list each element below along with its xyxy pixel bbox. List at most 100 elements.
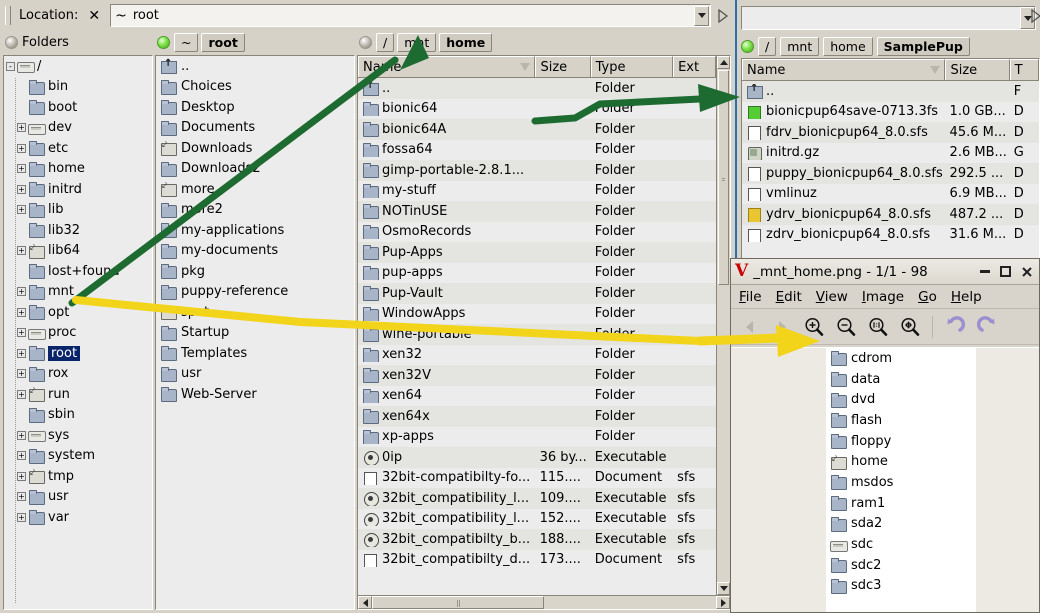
location-input[interactable]: ~ root (110, 4, 711, 27)
tree-item-opt[interactable]: + opt (4, 302, 152, 323)
expand-icon[interactable]: + (17, 246, 26, 256)
table-row[interactable]: 32bit_compatibilty_d... 173.... Document sf… (358, 549, 716, 570)
expand-icon[interactable]: + (17, 348, 26, 358)
list-item[interactable]: more (156, 179, 354, 200)
list-item[interactable]: Templates (156, 343, 354, 364)
viewer-titlebar[interactable]: V _mnt_home.png - 1/1 - 98 (731, 259, 1039, 285)
table-row[interactable]: NOTinUSE Folder (358, 201, 716, 222)
table-row[interactable]: 32bit-compatibilty-fo... 115.... Document s… (358, 467, 716, 488)
menu-item-file[interactable]: File (739, 289, 762, 305)
table-row[interactable]: 32bit_compatibility_l... 109.... Executabl… (358, 488, 716, 509)
table-row[interactable]: xen64x Folder (358, 406, 716, 427)
column-header-name[interactable]: Name (358, 56, 536, 77)
status-led-icon[interactable] (359, 36, 372, 49)
vertical-scroll-thumb[interactable] (718, 70, 729, 285)
next-image-button[interactable] (769, 314, 795, 340)
close-button[interactable] (1020, 265, 1033, 278)
expand-icon[interactable]: + (17, 205, 26, 215)
tree-item-tmp[interactable]: + tmp (4, 466, 152, 487)
table-row[interactable]: 32bit_compatibility_l... 152.... Executabl… (358, 508, 716, 529)
list-item[interactable]: usr (156, 364, 354, 385)
viewer-canvas[interactable]: cdrom data dvd flash floppy home msdos ram1 sda2… (731, 347, 1039, 612)
list-item[interactable]: my-applications (156, 220, 354, 241)
minimize-button[interactable] (978, 265, 991, 278)
home-file-list[interactable]: NameSizeTypeExt ..Folderbionic64Folderbi… (357, 55, 731, 610)
tree-item-rox[interactable]: + rox (4, 364, 152, 385)
menu-item-view[interactable]: View (816, 289, 848, 305)
table-row[interactable]: .. Folder (358, 78, 716, 99)
breadcrumb-item-root[interactable]: root (201, 33, 245, 52)
scroll-right-button[interactable] (716, 596, 730, 609)
expand-icon[interactable]: + (17, 512, 26, 522)
column-header-t[interactable]: T (1009, 59, 1039, 80)
expand-icon[interactable]: + (17, 123, 26, 133)
table-row[interactable]: fossa64 Folder (358, 139, 716, 160)
column-header-type[interactable]: Type (590, 56, 674, 77)
zoom-in-button[interactable] (801, 314, 827, 340)
toolbar-grip[interactable] (5, 6, 11, 25)
samplepup-file-list[interactable]: Name Size T .. Fbionicpup64save-0713.3fs 1.0… (741, 58, 1040, 260)
tree-item-root[interactable]: + root (4, 343, 152, 364)
list-item[interactable]: .. (156, 56, 354, 77)
table-row[interactable]: .. F (742, 81, 1039, 102)
breadcrumb-item--[interactable]: / (758, 36, 777, 56)
table-row[interactable]: 32bit_compatibilty_b... 188.... Executable… (358, 529, 716, 550)
expand-icon[interactable]: + (17, 143, 26, 153)
table-row[interactable]: pup-apps Folder (358, 262, 716, 283)
root-file-list[interactable]: .. Choices Desktop Documents Downloads Downlo… (155, 55, 355, 610)
list-item[interactable]: Desktop (156, 97, 354, 118)
zoom-out-button[interactable] (833, 314, 859, 340)
column-header-size[interactable]: Size (945, 59, 1010, 80)
table-row[interactable]: bionic64A Folder (358, 119, 716, 140)
table-row[interactable]: wine-portable Folder (358, 324, 716, 345)
table-row[interactable]: my-stuff Folder (358, 180, 716, 201)
close-icon[interactable]: ✕ (83, 8, 105, 24)
vertical-scrollbar[interactable] (716, 56, 730, 595)
table-row[interactable]: xen32V Folder (358, 365, 716, 386)
go-arrow-icon[interactable] (1031, 8, 1040, 26)
sort-descending-icon[interactable] (520, 63, 531, 71)
folders-tree-list[interactable]: -/binboot+dev+etc+home+initrd+liblib32+l… (3, 55, 153, 610)
expand-icon[interactable]: + (17, 471, 26, 481)
table-row[interactable]: bionicpup64save-0713.3fs 1.0 GB... D (742, 101, 1039, 122)
table-row[interactable]: zdrv_bionicpup64_8.0.sfs 31.6 M... D (742, 224, 1039, 245)
tree-item-lib32[interactable]: lib32 (4, 220, 152, 241)
list-item[interactable]: puppy-reference (156, 282, 354, 303)
list-item[interactable]: Startup (156, 323, 354, 344)
expand-icon[interactable]: + (17, 389, 26, 399)
table-row[interactable]: ydrv_bionicpup64_8.0.sfs 487.2 ... D (742, 204, 1039, 225)
breadcrumb-item-mnt[interactable]: mnt (780, 36, 820, 56)
table-row[interactable]: gimp-portable-2.8.1... Folder (358, 160, 716, 181)
tree-item-home[interactable]: + home (4, 159, 152, 180)
table-row[interactable]: 0ip 36 by... Executable (358, 447, 716, 468)
horizontal-scrollbar[interactable] (358, 595, 730, 609)
tree-item-lib64[interactable]: + lib64 (4, 241, 152, 262)
tree-item-mnt[interactable]: + mnt (4, 282, 152, 303)
tree-item-system[interactable]: + system (4, 446, 152, 467)
table-row[interactable]: puppy_bionicpup64_8.0.sfs 292.5 ... D (742, 163, 1039, 184)
collapse-icon[interactable]: - (6, 61, 15, 71)
column-header-size[interactable]: Size (535, 56, 591, 77)
expand-icon[interactable]: + (17, 369, 26, 379)
status-led-icon[interactable] (157, 36, 170, 49)
tree-item-lib[interactable]: + lib (4, 200, 152, 221)
list-item[interactable]: spot (156, 302, 354, 323)
menu-item-edit[interactable]: Edit (776, 289, 802, 305)
location-input[interactable] (741, 6, 1036, 30)
rotate-right-button[interactable] (974, 314, 1000, 340)
tree-item-dev[interactable]: + dev (4, 118, 152, 139)
table-row[interactable]: Pup-Vault Folder (358, 283, 716, 304)
scroll-down-button[interactable] (717, 582, 730, 595)
tree-item-var[interactable]: + var (4, 507, 152, 528)
expand-icon[interactable]: + (17, 184, 26, 194)
breadcrumb-item-home[interactable]: home (439, 33, 493, 52)
list-item[interactable]: Choices (156, 77, 354, 98)
table-row[interactable]: xen64 Folder (358, 385, 716, 406)
breadcrumb-item--[interactable]: / (376, 33, 395, 52)
scroll-left-button[interactable] (358, 596, 372, 609)
menu-item-help[interactable]: Help (951, 289, 982, 305)
table-row[interactable]: WindowApps Folder (358, 303, 716, 324)
status-led-icon[interactable] (741, 39, 754, 53)
list-item[interactable]: pkg (156, 261, 354, 282)
tree-item-bin[interactable]: bin (4, 77, 152, 98)
